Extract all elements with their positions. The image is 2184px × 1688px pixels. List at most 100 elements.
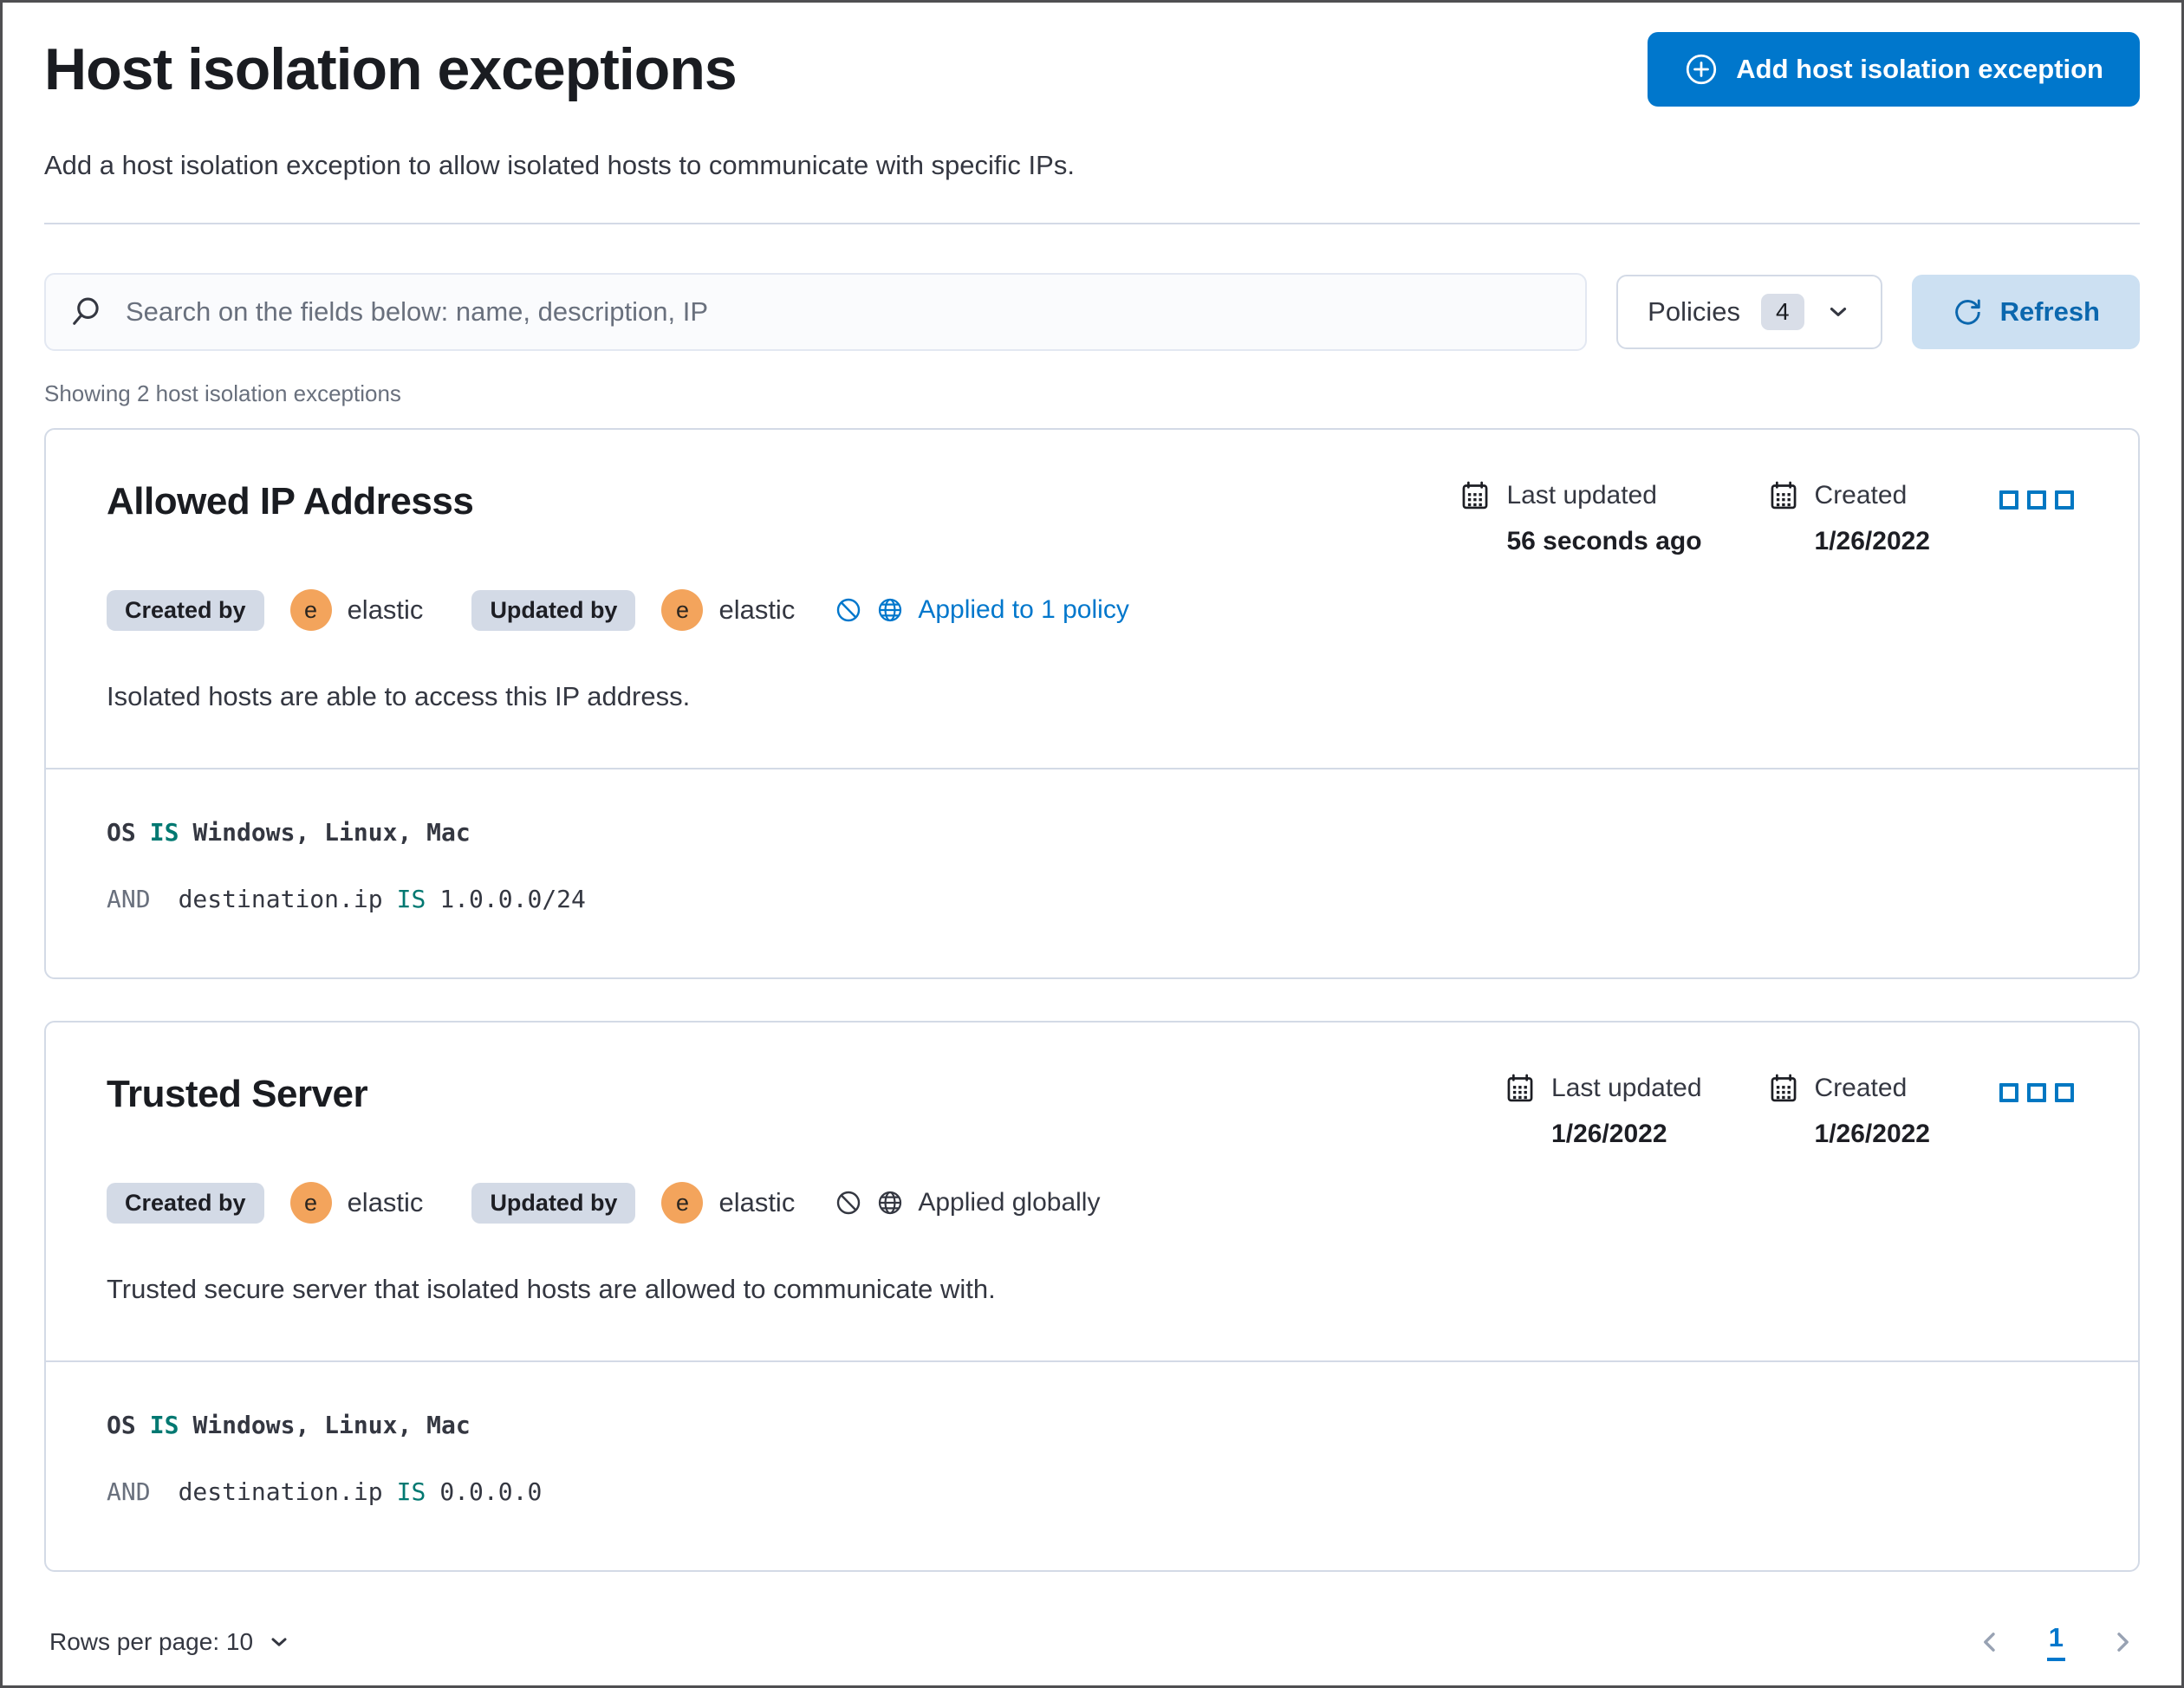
pagination: 1 xyxy=(1973,1622,2140,1661)
created-by-badge: Created by xyxy=(107,590,264,631)
calendar-icon xyxy=(1768,1073,1799,1104)
header-divider xyxy=(44,223,2140,224)
created-label: Created xyxy=(1815,481,1908,510)
criteria-list: OS IS Windows, Linux, Mac AND destination.ip… xyxy=(46,769,2138,977)
rows-per-page-button[interactable]: Rows per page: 10 xyxy=(44,1627,296,1657)
created-meta: Created 1/26/2022 xyxy=(1768,480,1930,556)
applied-scope-label: Applied to 1 policy xyxy=(918,595,1129,625)
avatar: e xyxy=(661,589,703,631)
last-updated-meta: Last updated 1/26/2022 xyxy=(1505,1073,1701,1149)
plus-circle-icon xyxy=(1684,52,1719,87)
created-value: 1/26/2022 xyxy=(1815,1120,1930,1149)
card-top: Trusted Server Last updated 1/26/2022 xyxy=(46,1023,2138,1360)
criteria-operator: IS xyxy=(397,1477,426,1506)
criteria-line: OS IS Windows, Linux, Mac xyxy=(107,1411,2077,1439)
last-updated-value: 56 seconds ago xyxy=(1506,527,1701,556)
exception-description: Trusted secure server that isolated host… xyxy=(107,1274,2077,1305)
criteria-operator: IS xyxy=(150,818,179,847)
exception-card: Trusted Server Last updated 1/26/2022 xyxy=(44,1021,2140,1572)
chevron-right-icon xyxy=(2109,1628,2136,1656)
criteria-operator: IS xyxy=(150,1411,179,1439)
updated-by-badge: Updated by xyxy=(471,590,635,631)
chevron-down-icon xyxy=(1825,299,1851,325)
created-by-username: elastic xyxy=(348,594,424,626)
criteria-operator: IS xyxy=(397,885,426,913)
chevron-down-icon xyxy=(267,1630,291,1654)
add-host-isolation-exception-button[interactable]: Add host isolation exception xyxy=(1648,32,2140,107)
globe-icon xyxy=(876,596,904,624)
card-top: Allowed IP Addresss Last updated 56 seco… xyxy=(46,430,2138,768)
result-count-text: Showing 2 host isolation exceptions xyxy=(44,380,2140,407)
calendar-icon xyxy=(1768,480,1799,511)
calendar-icon xyxy=(1505,1073,1536,1104)
globe-icon xyxy=(876,1189,904,1217)
criteria-field: OS xyxy=(107,1411,136,1439)
next-page-button[interactable] xyxy=(2105,1625,2140,1659)
criteria-field: destination.ip xyxy=(179,885,383,913)
criteria-field: destination.ip xyxy=(179,1477,383,1506)
applied-scope-label: Applied globally xyxy=(918,1188,1100,1217)
exception-title: Trusted Server xyxy=(107,1073,367,1116)
partial-circle-icon xyxy=(835,596,862,624)
exception-description: Isolated hosts are able to access this I… xyxy=(107,681,2077,712)
updated-by-username: elastic xyxy=(718,1187,795,1218)
criteria-value: Windows, Linux, Mac xyxy=(192,1411,470,1439)
avatar: e xyxy=(661,1182,703,1224)
add-button-label: Add host isolation exception xyxy=(1736,54,2103,85)
list-footer: Rows per page: 10 1 xyxy=(44,1622,2140,1661)
criteria-value: 1.0.0.0/24 xyxy=(439,885,586,913)
card-badges-row: Created by e elastic Updated by e elasti… xyxy=(107,1182,2077,1224)
host-isolation-exceptions-page: Host isolation exceptions Add host isola… xyxy=(0,0,2184,1688)
policies-count-badge: 4 xyxy=(1761,294,1804,330)
created-by-username: elastic xyxy=(348,1187,424,1218)
search-box xyxy=(44,273,1587,351)
exception-list: Allowed IP Addresss Last updated 56 seco… xyxy=(44,428,2140,1572)
criteria-value: Windows, Linux, Mac xyxy=(192,818,470,847)
card-badges-row: Created by e elastic Updated by e elasti… xyxy=(107,589,2077,631)
criteria-line: AND destination.ip IS 0.0.0.0 xyxy=(107,1477,2077,1506)
page-header: Host isolation exceptions Add host isola… xyxy=(44,32,2140,107)
chevron-left-icon xyxy=(1976,1628,2004,1656)
toolbar: Policies 4 Refresh xyxy=(44,273,2140,351)
updated-by-badge: Updated by xyxy=(471,1183,635,1224)
created-value: 1/26/2022 xyxy=(1815,527,1930,556)
policies-filter-button[interactable]: Policies 4 xyxy=(1616,275,1882,349)
refresh-label: Refresh xyxy=(2000,296,2100,328)
exception-title: Allowed IP Addresss xyxy=(107,480,473,523)
actions-menu-icon[interactable] xyxy=(1996,1076,2077,1109)
policies-label: Policies xyxy=(1648,296,1740,328)
refresh-button[interactable]: Refresh xyxy=(1912,275,2140,349)
created-meta: Created 1/26/2022 xyxy=(1768,1073,1930,1149)
page-title: Host isolation exceptions xyxy=(44,36,737,103)
page-number-current[interactable]: 1 xyxy=(2047,1622,2065,1661)
updated-by-username: elastic xyxy=(718,594,795,626)
criteria-list: OS IS Windows, Linux, Mac AND destination.ip… xyxy=(46,1362,2138,1570)
last-updated-meta: Last updated 56 seconds ago xyxy=(1459,480,1701,556)
criteria-value: 0.0.0.0 xyxy=(439,1477,542,1506)
last-updated-label: Last updated xyxy=(1551,1074,1701,1103)
search-icon xyxy=(70,295,103,328)
created-by-badge: Created by xyxy=(107,1183,264,1224)
applied-scope: Applied globally xyxy=(835,1188,1100,1217)
card-meta: Last updated 1/26/2022 Created 1/26/2022 xyxy=(1505,1073,2077,1149)
rows-per-page-label: Rows per page: 10 xyxy=(49,1628,253,1656)
criteria-field: OS xyxy=(107,818,136,847)
partial-circle-icon xyxy=(835,1189,862,1217)
search-input[interactable] xyxy=(124,295,1561,328)
last-updated-value: 1/26/2022 xyxy=(1551,1120,1701,1149)
refresh-icon xyxy=(1952,296,1983,328)
applied-scope[interactable]: Applied to 1 policy xyxy=(835,595,1129,625)
calendar-icon xyxy=(1459,480,1491,511)
exception-card: Allowed IP Addresss Last updated 56 seco… xyxy=(44,428,2140,979)
actions-menu-icon[interactable] xyxy=(1996,484,2077,516)
created-label: Created xyxy=(1815,1074,1908,1103)
criteria-conjunction: AND xyxy=(107,1477,151,1506)
previous-page-button[interactable] xyxy=(1973,1625,2007,1659)
criteria-line: OS IS Windows, Linux, Mac xyxy=(107,818,2077,847)
last-updated-label: Last updated xyxy=(1506,481,1656,510)
criteria-conjunction: AND xyxy=(107,885,151,913)
avatar: e xyxy=(290,589,332,631)
card-meta: Last updated 56 seconds ago Created 1/26… xyxy=(1459,480,2077,556)
page-subtitle: Add a host isolation exception to allow … xyxy=(44,150,2140,181)
avatar: e xyxy=(290,1182,332,1224)
